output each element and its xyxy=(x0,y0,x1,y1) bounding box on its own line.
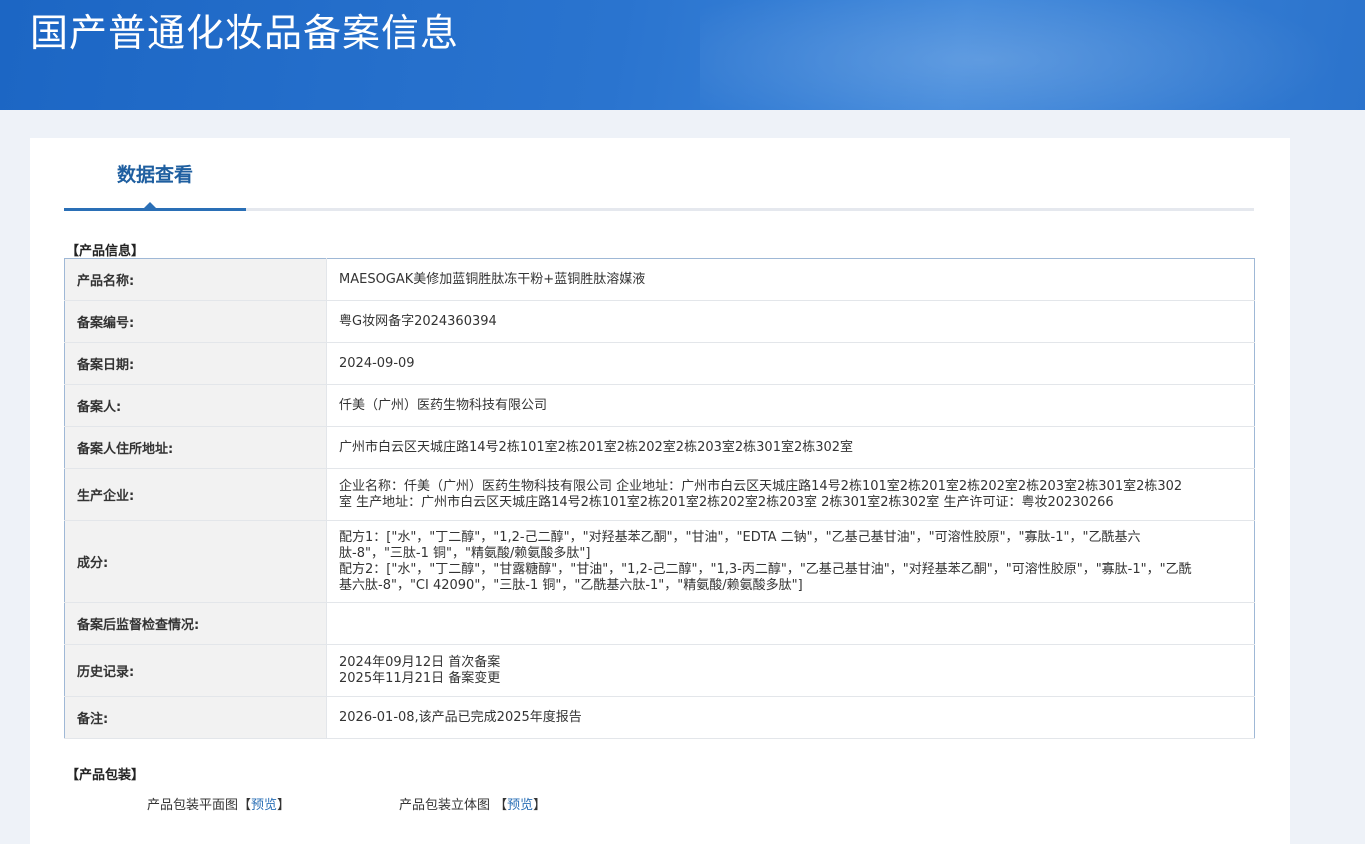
row-value: 广州市白云区天城庄路14号2栋101室2栋201室2栋202室2栋203室2栋3… xyxy=(326,426,1255,469)
packaging-3d-item: 产品包装立体图 【预览】 xyxy=(399,794,546,813)
bracket-left: 【 xyxy=(238,798,252,813)
packaging-3d-label: 产品包装立体图 xyxy=(399,798,491,813)
row-label: 备案后监督检查情况: xyxy=(64,602,327,645)
bracket-right: 】 xyxy=(277,798,291,813)
product-info-table: 产品名称: MAESOGAK美修加蓝铜胜肽冻干粉+蓝铜胜肽溶媒液 备案编号: 粤… xyxy=(64,258,1255,739)
row-value xyxy=(326,602,1255,645)
tab-data-view[interactable]: 数据查看 xyxy=(64,138,246,211)
section-title-packaging: 【产品包装】 xyxy=(66,768,145,783)
formula-line: 配方1：["水"，"丁二醇"，"1,2-己二醇"，"对羟基苯乙酮"，"甘油"，"… xyxy=(339,529,1141,561)
section-title-product-info: 【产品信息】 xyxy=(66,244,145,259)
row-value: 2026-01-08,该产品已完成2025年度报告 xyxy=(326,696,1255,739)
row-label: 备案人: xyxy=(64,384,327,427)
table-row: 历史记录: 2024年09月12日 首次备案 2025年11月21日 备案变更 xyxy=(64,644,1255,697)
table-row: 备案编号: 粤G妆网备字2024360394 xyxy=(64,300,1255,343)
table-row: 备案后监督检查情况: xyxy=(64,602,1255,645)
row-value: 2024-09-09 xyxy=(326,342,1255,385)
bracket-right: 】 xyxy=(533,798,547,813)
row-label: 成分: xyxy=(64,520,327,603)
row-value: 粤G妆网备字2024360394 xyxy=(326,300,1255,343)
row-value: 配方1：["水"，"丁二醇"，"1,2-己二醇"，"对羟基苯乙酮"，"甘油"，"… xyxy=(326,520,1255,603)
row-value: 2024年09月12日 首次备案 2025年11月21日 备案变更 xyxy=(326,644,1255,697)
formula-line: 配方2：["水"，"丁二醇"，"甘露糖醇"，"甘油"，"1,2-己二醇"，"1,… xyxy=(339,561,1192,593)
bracket-left: 【 xyxy=(490,798,508,813)
table-row: 产品名称: MAESOGAK美修加蓝铜胜肽冻干粉+蓝铜胜肽溶媒液 xyxy=(64,258,1255,301)
row-label: 备案日期: xyxy=(64,342,327,385)
header-banner: 国产普通化妆品备案信息 xyxy=(0,0,1365,110)
table-row: 生产企业: 企业名称：仟美（广州）医药生物科技有限公司 企业地址：广州市白云区天… xyxy=(64,468,1255,521)
preview-3d-link[interactable]: 预览 xyxy=(507,798,533,813)
tab-active-indicator xyxy=(143,202,157,209)
table-row: 成分: 配方1：["水"，"丁二醇"，"1,2-己二醇"，"对羟基苯乙酮"，"甘… xyxy=(64,520,1255,603)
table-row: 备案人: 仟美（广州）医药生物科技有限公司 xyxy=(64,384,1255,427)
preview-flat-link[interactable]: 预览 xyxy=(251,798,277,813)
row-value: MAESOGAK美修加蓝铜胜肽冻干粉+蓝铜胜肽溶媒液 xyxy=(326,258,1255,301)
page-title: 国产普通化妆品备案信息 xyxy=(30,11,460,55)
table-row: 备案日期: 2024-09-09 xyxy=(64,342,1255,385)
row-label: 产品名称: xyxy=(64,258,327,301)
row-label: 备案编号: xyxy=(64,300,327,343)
packaging-flat-item: 产品包装平面图【预览】 xyxy=(147,794,290,813)
row-label: 历史记录: xyxy=(64,644,327,697)
row-label: 生产企业: xyxy=(64,468,327,521)
content-card: 数据查看 【产品信息】 产品名称: MAESOGAK美修加蓝铜胜肽冻干粉+蓝铜胜… xyxy=(30,138,1290,844)
table-row: 备注: 2026-01-08,该产品已完成2025年度报告 xyxy=(64,696,1255,739)
table-row: 备案人住所地址: 广州市白云区天城庄路14号2栋101室2栋201室2栋202室… xyxy=(64,426,1255,469)
history-entry: 2025年11月21日 备案变更 xyxy=(339,670,501,686)
row-value: 仟美（广州）医药生物科技有限公司 xyxy=(326,384,1255,427)
packaging-flat-label: 产品包装平面图 xyxy=(147,798,239,813)
row-label: 备注: xyxy=(64,696,327,739)
row-value: 企业名称：仟美（广州）医药生物科技有限公司 企业地址：广州市白云区天城庄路14号… xyxy=(326,468,1255,521)
row-label: 备案人住所地址: xyxy=(64,426,327,469)
history-entry: 2024年09月12日 首次备案 xyxy=(339,654,501,670)
